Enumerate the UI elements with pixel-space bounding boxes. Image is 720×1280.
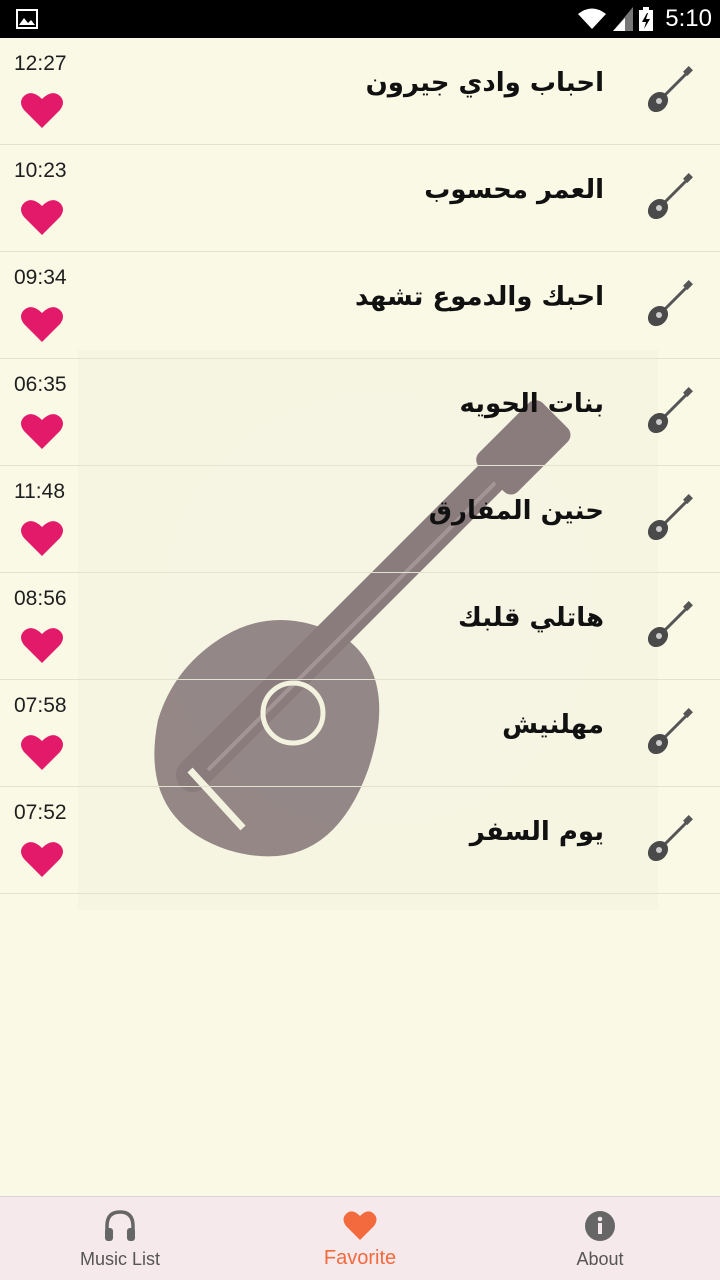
info-icon (585, 1211, 615, 1241)
heart-icon[interactable] (20, 732, 64, 772)
oud-icon (647, 494, 693, 541)
song-duration: 06:35 (14, 373, 67, 396)
song-row[interactable]: 12:27 احباب وادي جيرون (0, 38, 720, 145)
battery-icon (639, 7, 654, 31)
song-title: مهلنيش (502, 710, 604, 740)
heart-icon[interactable] (20, 411, 64, 451)
status-bar: 5:10 (0, 0, 720, 38)
song-row[interactable]: 06:35 بنات الحويه (0, 359, 720, 466)
song-duration: 07:58 (14, 694, 67, 717)
song-row[interactable]: 11:48 حنين المفارق (0, 466, 720, 573)
song-row[interactable]: 09:34 احبك والدموع تشهد (0, 252, 720, 359)
oud-icon (647, 173, 693, 220)
bottom-nav: Music List Favorite About (0, 1196, 720, 1280)
oud-icon (647, 66, 693, 113)
oud-icon (647, 815, 693, 862)
wifi-icon (578, 8, 607, 29)
heart-icon[interactable] (20, 518, 64, 558)
heart-icon[interactable] (20, 197, 64, 237)
heart-icon[interactable] (20, 304, 64, 344)
oud-icon (647, 387, 693, 434)
song-duration: 11:48 (14, 480, 65, 503)
song-title: حنين المفارق (428, 496, 604, 526)
song-title: احبك والدموع تشهد (355, 282, 604, 312)
heart-icon[interactable] (20, 90, 64, 130)
oud-icon (647, 708, 693, 755)
nav-label: Music List (79, 1249, 160, 1269)
heart-icon (343, 1211, 377, 1240)
song-row[interactable]: 07:58 مهلنيش (0, 680, 720, 787)
nav-label: About (576, 1249, 624, 1269)
nav-label: Favorite (323, 1247, 397, 1269)
headphones-icon (105, 1210, 135, 1241)
song-duration: 12:27 (14, 52, 67, 75)
nav-about[interactable]: About (480, 1197, 720, 1280)
oud-icon (647, 280, 693, 327)
song-row[interactable]: 07:52 يوم السفر (0, 787, 720, 894)
oud-icon (647, 601, 693, 648)
favorite-song-list: 12:27 احباب وادي جيرون 10:23 العمر محسوب… (0, 38, 720, 894)
song-title: يوم السفر (469, 817, 604, 847)
nav-music-list[interactable]: Music List (0, 1197, 240, 1280)
status-time: 5:10 (665, 5, 712, 32)
signal-icon (613, 7, 634, 31)
nav-favorite[interactable]: Favorite (240, 1197, 480, 1280)
song-title: هاتلي قلبك (458, 603, 604, 633)
song-row[interactable]: 08:56 هاتلي قلبك (0, 573, 720, 680)
song-title: العمر محسوب (424, 175, 604, 205)
song-row[interactable]: 10:23 العمر محسوب (0, 145, 720, 252)
song-duration: 07:52 (14, 801, 67, 824)
song-title: احباب وادي جيرون (365, 68, 604, 98)
heart-icon[interactable] (20, 839, 64, 879)
gallery-notification-icon (16, 9, 38, 29)
heart-icon[interactable] (20, 625, 64, 665)
song-duration: 09:34 (14, 266, 67, 289)
song-title: بنات الحويه (459, 389, 604, 419)
song-duration: 10:23 (14, 159, 67, 182)
song-duration: 08:56 (14, 587, 67, 610)
